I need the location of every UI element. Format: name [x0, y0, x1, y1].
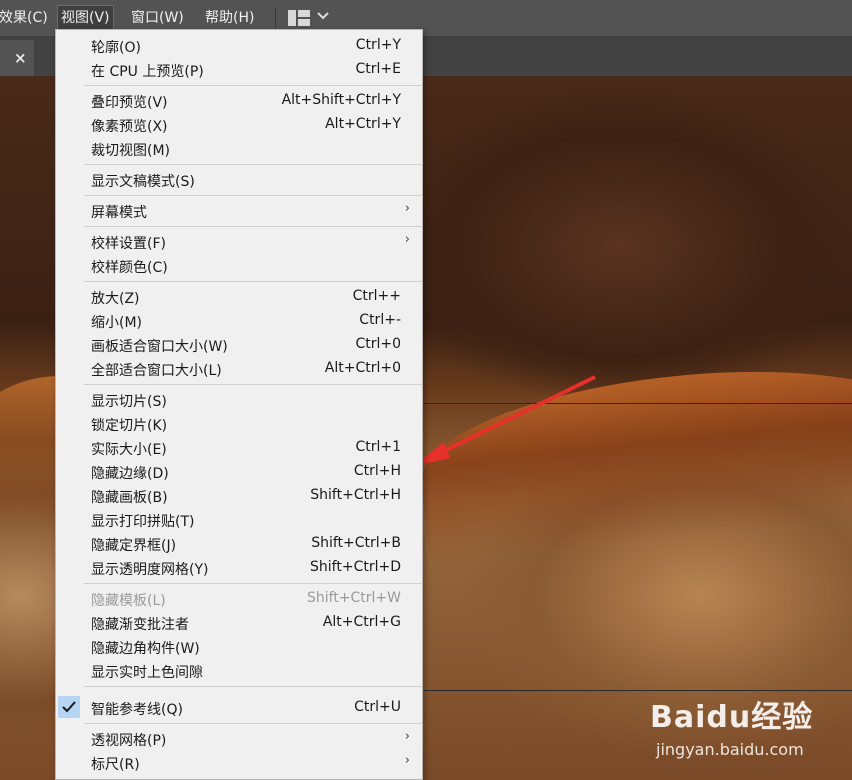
menu-divider [84, 226, 422, 227]
menu-item-label: 画板适合窗口大小(W) [91, 339, 228, 355]
menu-item-hide-artboards[interactable]: 隐藏画板(B) Shift+Ctrl+H [56, 484, 422, 508]
menu-item-perspective-grid[interactable]: 透视网格(P) › [56, 727, 422, 751]
menu-divider [84, 85, 422, 86]
menu-item-shortcut: Shift+Ctrl+D [310, 559, 401, 575]
menu-item-shortcut: Shift+Ctrl+B [311, 535, 401, 551]
menu-item-pixel-preview[interactable]: 像素预览(X) Alt+Ctrl+Y [56, 113, 422, 137]
menu-divider [84, 195, 422, 196]
menu-item-label: 裁切视图(M) [91, 143, 171, 159]
annotation-arrow [414, 375, 596, 466]
menu-item-label: 屏幕模式 [91, 205, 147, 221]
menu-item-hide-gradient-annotator[interactable]: 隐藏渐变批注者 Alt+Ctrl+G [56, 611, 422, 635]
menu-item-fit-artboard[interactable]: 画板适合窗口大小(W) Ctrl+0 [56, 333, 422, 357]
menu-item-shortcut: Ctrl+1 [355, 439, 401, 455]
menu-item-proof-colors[interactable]: 校样颜色(C) [56, 254, 422, 278]
menu-item-label: 全部适合窗口大小(L) [91, 363, 222, 379]
watermark-url: jingyan.baidu.com [656, 740, 804, 759]
menu-item-hide-edges[interactable]: 隐藏边缘(D) Ctrl+H [56, 460, 422, 484]
menu-effect[interactable]: 效果(C) [0, 0, 48, 36]
menu-item-label: 校样颜色(C) [91, 260, 168, 276]
menu-item-show-print-tiling[interactable]: 显示打印拼贴(T) [56, 508, 422, 532]
menu-item-label: 透视网格(P) [91, 733, 167, 749]
menu-item-overprint-preview[interactable]: 叠印预览(V) Alt+Shift+Ctrl+Y [56, 89, 422, 113]
smart-guide-line [424, 690, 852, 691]
menu-item-shortcut: Shift+Ctrl+W [306, 590, 401, 606]
submenu-arrow-icon: › [404, 729, 410, 744]
checkmark-icon [58, 696, 80, 718]
menu-item-label: 隐藏渐变批注者 [91, 617, 189, 633]
menu-item-shortcut: Ctrl+- [359, 312, 401, 328]
menu-item-label: 锁定切片(K) [91, 418, 168, 434]
menu-item-zoom-out[interactable]: 缩小(M) Ctrl+- [56, 309, 422, 333]
menu-item-label: 隐藏定界框(J) [91, 538, 177, 554]
menu-item-label: 缩小(M) [91, 315, 143, 331]
menu-item-actual-size[interactable]: 实际大小(E) Ctrl+1 [56, 436, 422, 460]
menu-item-label: 智能参考线(Q) [91, 702, 183, 718]
menu-divider [84, 281, 422, 282]
chevron-down-icon[interactable] [317, 9, 329, 23]
menu-item-cpu-preview[interactable]: 在 CPU 上预览(P) Ctrl+E [56, 58, 422, 82]
menu-item-zoom-in[interactable]: 放大(Z) Ctrl++ [56, 285, 422, 309]
menu-divider [84, 583, 422, 584]
document-tab[interactable]: × [0, 40, 34, 76]
menu-item-lock-slices[interactable]: 锁定切片(K) [56, 412, 422, 436]
menu-item-shortcut: Alt+Ctrl+0 [324, 360, 401, 376]
menu-item-rulers[interactable]: 标尺(R) › [56, 751, 422, 775]
menu-item-fit-all[interactable]: 全部适合窗口大小(L) Alt+Ctrl+0 [56, 357, 422, 381]
menu-item-hide-bounding-box[interactable]: 隐藏定界框(J) Shift+Ctrl+B [56, 532, 422, 556]
menu-item-smart-guides[interactable]: 智能参考线(Q) Ctrl+U [56, 696, 422, 720]
menu-item-outline[interactable]: 轮廓(O) Ctrl+Y [56, 34, 422, 58]
menu-item-label: 隐藏边角构件(W) [91, 641, 200, 657]
menu-divider [84, 384, 422, 385]
menu-item-label: 轮廓(O) [91, 40, 141, 56]
menu-item-label: 实际大小(E) [91, 442, 167, 458]
menu-item-label: 隐藏边缘(D) [91, 466, 169, 482]
submenu-arrow-icon: › [404, 753, 410, 768]
menu-item-shortcut: Alt+Ctrl+Y [325, 116, 401, 132]
workspace-layout-icon[interactable] [288, 10, 310, 26]
menu-item-label: 隐藏模板(L) [91, 593, 166, 609]
menu-item-label: 显示文稿模式(S) [91, 174, 195, 190]
menu-item-live-paint-gaps[interactable]: 显示实时上色间隙 [56, 659, 422, 683]
menu-item-show-slices[interactable]: 显示切片(S) [56, 388, 422, 412]
menu-divider [84, 686, 422, 687]
menu-item-shortcut: Ctrl++ [352, 288, 401, 304]
menu-item-trim-view[interactable]: 裁切视图(M) [56, 137, 422, 161]
menu-view[interactable]: 视图(V) [57, 5, 114, 31]
menu-divider [84, 723, 422, 724]
menubar-divider [275, 8, 276, 28]
menu-item-label: 显示透明度网格(Y) [91, 562, 209, 578]
menu-item-label: 放大(Z) [91, 291, 140, 307]
menu-item-label: 在 CPU 上预览(P) [91, 64, 204, 80]
menu-item-shortcut: Alt+Shift+Ctrl+Y [281, 92, 401, 108]
submenu-arrow-icon: › [404, 201, 410, 216]
menu-item-shortcut: Ctrl+U [354, 699, 401, 715]
menu-item-transparency-grid[interactable]: 显示透明度网格(Y) Shift+Ctrl+D [56, 556, 422, 580]
menu-item-shortcut: Ctrl+0 [355, 336, 401, 352]
menu-item-shortcut: Ctrl+Y [355, 37, 401, 53]
close-icon[interactable]: × [14, 49, 27, 67]
menu-item-shortcut: Alt+Ctrl+G [322, 614, 401, 630]
menu-item-shortcut: Shift+Ctrl+H [310, 487, 401, 503]
watermark-brand: Baidu经验 [650, 700, 814, 735]
menu-item-label: 叠印预览(V) [91, 95, 168, 111]
submenu-arrow-icon: › [404, 232, 410, 247]
menu-item-label: 显示打印拼贴(T) [91, 514, 195, 530]
menu-item-screen-mode[interactable]: 屏幕模式 › [56, 199, 422, 223]
menu-item-label: 隐藏画板(B) [91, 490, 168, 506]
menu-item-label: 显示切片(S) [91, 394, 167, 410]
menu-item-hide-template: 隐藏模板(L) Shift+Ctrl+W [56, 587, 422, 611]
menu-item-label: 校样设置(F) [91, 236, 166, 252]
menu-item-hide-corner-widget[interactable]: 隐藏边角构件(W) [56, 635, 422, 659]
menu-item-presentation-mode[interactable]: 显示文稿模式(S) [56, 168, 422, 192]
menu-item-label: 显示实时上色间隙 [91, 665, 203, 681]
menu-item-shortcut: Ctrl+H [353, 463, 401, 479]
menu-item-shortcut: Ctrl+E [355, 61, 402, 77]
menu-item-label: 标尺(R) [91, 757, 140, 773]
view-menu-dropdown: 轮廓(O) Ctrl+Y 在 CPU 上预览(P) Ctrl+E 叠印预览(V)… [55, 29, 423, 780]
menu-divider [84, 164, 422, 165]
menu-item-label: 像素预览(X) [91, 119, 168, 135]
menu-item-proof-setup[interactable]: 校样设置(F) › [56, 230, 422, 254]
